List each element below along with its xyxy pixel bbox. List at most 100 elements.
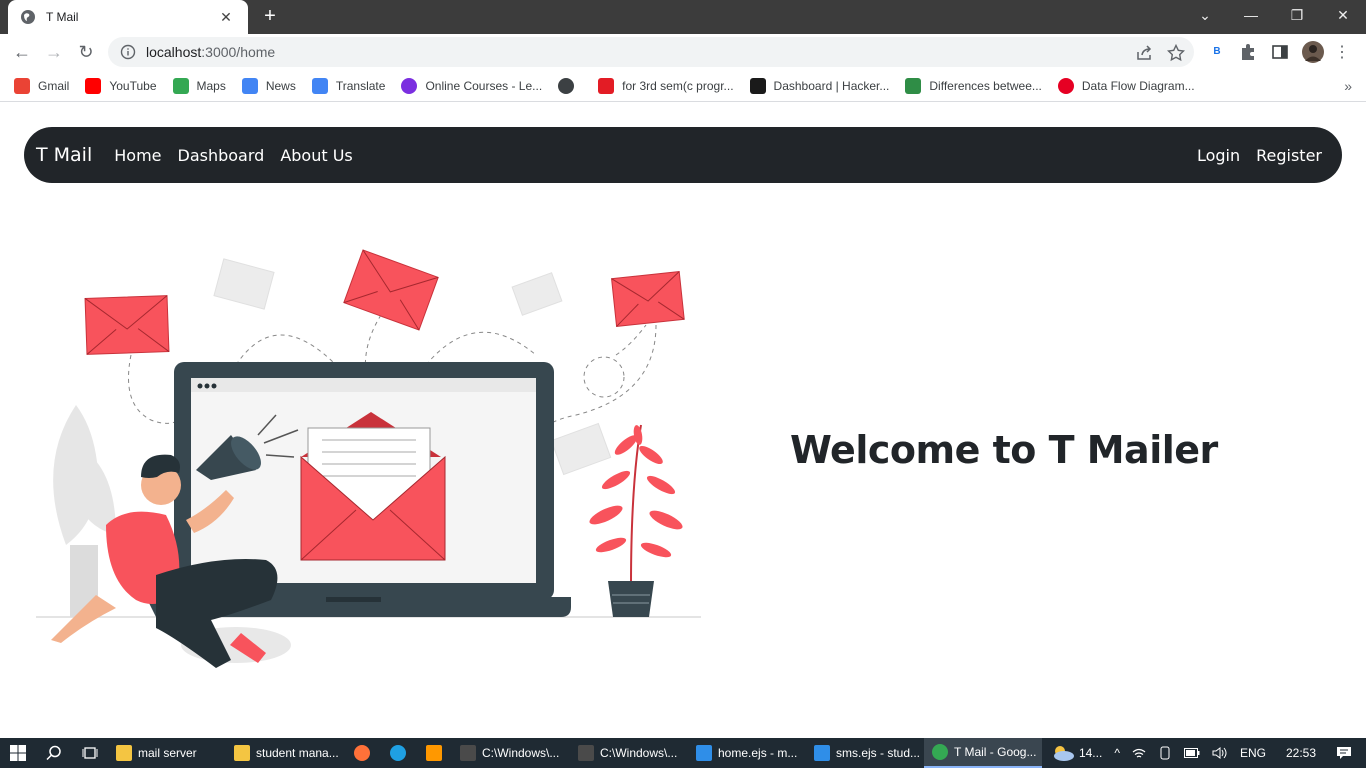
bookmark-item[interactable]: Maps — [172, 77, 226, 94]
taskbar-app[interactable] — [416, 738, 452, 768]
email-marketing-illustration — [36, 249, 701, 668]
weather-widget[interactable]: 14... — [1051, 744, 1102, 762]
bookmark-item[interactable]: News — [241, 77, 296, 94]
notifications-icon[interactable] — [1336, 746, 1352, 760]
task-view-icon[interactable] — [72, 738, 108, 768]
bookmark-label: YouTube — [109, 78, 157, 93]
minimize-button[interactable]: — — [1228, 0, 1274, 30]
red-envelope-3 — [611, 271, 685, 327]
bookmark-item[interactable]: YouTube — [85, 77, 157, 94]
window-close-button[interactable]: ✕ — [1320, 0, 1366, 30]
taskbar-app[interactable]: student mana... — [226, 738, 344, 768]
bookmarks-bar: Gmail YouTube Maps News Translate Online Cour… — [0, 70, 1366, 102]
red-envelope-2 — [343, 249, 439, 331]
youtube-icon — [85, 77, 102, 94]
bookmarks-overflow-icon[interactable]: » — [1344, 78, 1352, 94]
welcome-heading: Welcome to T Mailer — [790, 428, 1218, 472]
weather-temp: 14... — [1078, 746, 1103, 760]
restore-button[interactable]: ❐ — [1274, 0, 1320, 30]
browser-tab[interactable]: T Mail ✕ — [8, 0, 248, 34]
nav-about-link[interactable]: About Us — [280, 146, 352, 165]
bookmark-label: Online Courses - Le... — [425, 78, 543, 93]
side-panel-icon[interactable] — [1271, 43, 1289, 61]
taskbar-app-label: C:\Windows\... — [482, 746, 560, 760]
volume-icon[interactable] — [1212, 746, 1228, 760]
news-icon — [241, 77, 258, 94]
cmd-icon — [460, 745, 476, 761]
windows-start-icon[interactable] — [0, 738, 36, 768]
maps-icon — [172, 77, 189, 94]
screen-envelope — [300, 412, 446, 561]
share-icon[interactable] — [1135, 44, 1153, 62]
nav-login-link[interactable]: Login — [1197, 146, 1240, 165]
bookmark-label: News — [265, 78, 296, 93]
hackerrank-icon — [749, 77, 766, 94]
bookmark-item[interactable]: for 3rd sem(c progr... — [598, 77, 734, 94]
search-icon[interactable] — [36, 738, 72, 768]
battery-icon[interactable] — [1183, 748, 1200, 758]
reload-button[interactable]: ↻ — [74, 40, 98, 64]
tab-close-icon[interactable]: ✕ — [216, 9, 236, 26]
taskbar-app[interactable]: mail server — [108, 738, 226, 768]
taskbar-app[interactable]: C:\Windows\... — [570, 738, 688, 768]
language-indicator[interactable]: ENG — [1240, 746, 1266, 760]
gmail-icon — [14, 77, 30, 94]
nav-home-link[interactable]: Home — [114, 146, 161, 165]
bookmark-star-icon[interactable] — [1167, 44, 1185, 62]
system-tray: 14... ^ ENG 22:53 — [1045, 738, 1366, 768]
taskbar-app-label: mail server — [138, 746, 197, 760]
taskbar-app-label: student mana... — [256, 746, 339, 760]
tab-search-icon[interactable]: ⌄ — [1182, 0, 1228, 30]
taskbar-app[interactable] — [344, 738, 380, 768]
menu-kebab-icon[interactable]: ⋮ — [1330, 40, 1354, 64]
translate-icon — [311, 77, 328, 94]
cmd-icon — [578, 745, 594, 761]
bookmark-item[interactable] — [558, 77, 582, 94]
windows-taskbar: mail server student mana... C:\Windows\...… — [0, 738, 1366, 768]
wifi-icon[interactable] — [1132, 747, 1146, 759]
taskbar-app[interactable]: sms.ejs - stud... — [806, 738, 924, 768]
bookmark-label: Gmail — [38, 78, 70, 93]
bookmark-item[interactable]: Differences betwee... — [905, 77, 1042, 94]
taskbar-app-label: home.ejs - m... — [718, 746, 798, 760]
taskbar-app[interactable]: home.ejs - m... — [688, 738, 806, 768]
bookmark-item[interactable]: Translate — [311, 77, 385, 94]
browser-toolbar: ← → ↻ localhost:3000/home B ⋮ — [0, 34, 1366, 70]
weather-cloud-icon — [1053, 746, 1074, 761]
profile-avatar[interactable] — [1302, 41, 1324, 63]
taskbar-app[interactable]: T Mail - Goog... — [924, 738, 1042, 768]
site-info-icon[interactable] — [120, 44, 136, 60]
bookmark-label: Data Flow Diagram... — [1081, 78, 1195, 93]
extensions-puzzle-icon[interactable] — [1239, 43, 1257, 61]
bookmark-v-icon — [598, 77, 615, 94]
nav-register-link[interactable]: Register — [1256, 146, 1322, 165]
nav-dashboard-link[interactable]: Dashboard — [178, 146, 265, 165]
bookmark-item[interactable]: Gmail — [14, 77, 70, 94]
meet-icon[interactable] — [1158, 746, 1172, 760]
nav-auth-links: Login Register — [1181, 146, 1322, 165]
address-bar[interactable]: localhost:3000/home — [108, 37, 1194, 67]
bookmark-item[interactable]: Data Flow Diagram... — [1057, 77, 1195, 94]
vscode-icon — [696, 745, 712, 761]
taskbar-app[interactable]: C:\Windows\... — [452, 738, 570, 768]
forward-button[interactable]: → — [42, 40, 66, 64]
chrome-icon — [932, 744, 948, 760]
extension-b-icon[interactable]: B — [1208, 43, 1226, 61]
new-tab-button[interactable]: + — [258, 5, 282, 29]
bookmark-label: Dashboard | Hacker... — [773, 78, 890, 93]
red-envelope-1 — [84, 295, 170, 355]
grey-plant — [53, 405, 116, 617]
bookmark-item[interactable]: Online Courses - Le... — [401, 77, 543, 94]
clock[interactable]: 22:53 — [1286, 746, 1316, 760]
folder-icon — [234, 745, 250, 761]
taskbar-app[interactable] — [380, 738, 416, 768]
gfg-icon — [905, 77, 922, 94]
tray-overflow-icon[interactable]: ^ — [1114, 746, 1120, 760]
taskbar-apps: mail server student mana... C:\Windows\...… — [108, 738, 1042, 768]
site-brand[interactable]: T Mail — [36, 144, 92, 166]
bookmark-item[interactable]: Dashboard | Hacker... — [749, 77, 890, 94]
taskbar-app-label: sms.ejs - stud... — [836, 746, 921, 760]
tab-strip: T Mail ✕ + ⌄ — ❐ ✕ — [0, 0, 1366, 34]
back-button[interactable]: ← — [10, 40, 34, 64]
bookmark-label: Differences betwee... — [929, 78, 1042, 93]
